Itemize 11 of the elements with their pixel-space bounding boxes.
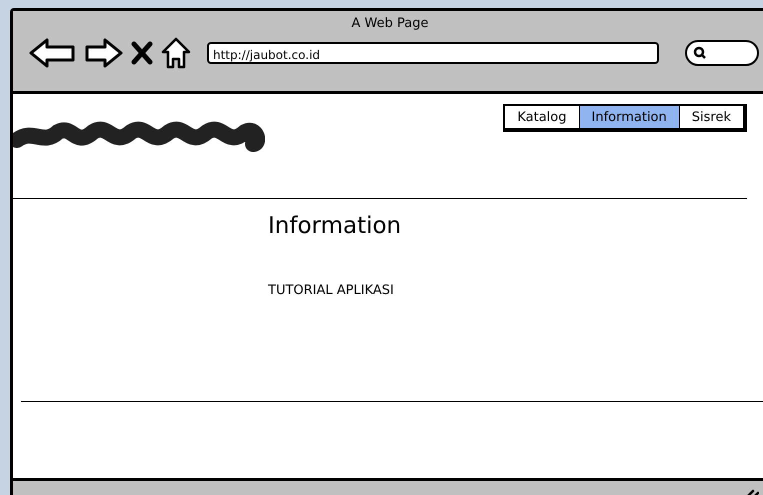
nav-tab[interactable]: Information (578, 106, 679, 128)
forward-arrow-icon[interactable] (85, 38, 123, 68)
back-arrow-icon[interactable] (29, 38, 77, 68)
close-icon[interactable] (131, 41, 153, 65)
address-field[interactable]: http://jaubot.co.id (207, 42, 659, 64)
search-icon (693, 46, 707, 60)
window-title: A Web Page (350, 15, 430, 31)
search-field[interactable] (685, 40, 759, 66)
body-text: TUTORIAL APLIKASI (268, 283, 395, 298)
page-heading: Information (268, 213, 402, 239)
home-icon[interactable] (161, 37, 191, 69)
